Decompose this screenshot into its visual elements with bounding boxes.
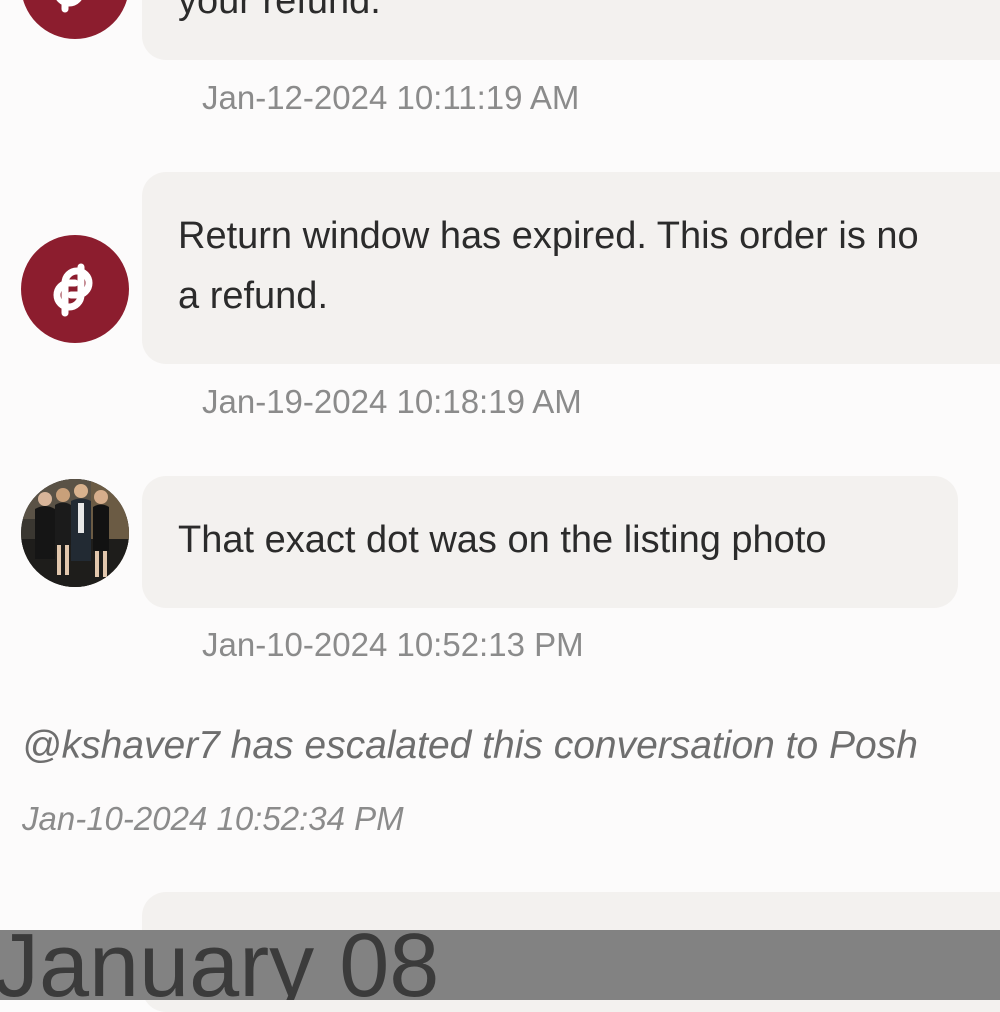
message-text: That exact dot was on the listing photo bbox=[178, 519, 827, 561]
poshmark-avatar[interactable] bbox=[21, 0, 129, 39]
date-header-bar: January 08 bbox=[0, 930, 1000, 1000]
poshmark-avatar[interactable] bbox=[21, 235, 129, 343]
user-photo-avatar bbox=[21, 479, 129, 587]
message-bubble: That exact dot was on the listing photo bbox=[142, 476, 958, 608]
message-timestamp: Jan-10-2024 10:52:13 PM bbox=[202, 626, 584, 663]
message-bubble: Return window has expired. This order is… bbox=[142, 172, 1000, 364]
message-timestamp: Jan-19-2024 10:18:19 AM bbox=[202, 383, 582, 420]
system-event-timestamp: Jan-10-2024 10:52:34 PM bbox=[22, 800, 404, 837]
date-header-text: January 08 bbox=[0, 930, 440, 1000]
poshmark-logo-icon bbox=[53, 263, 93, 317]
message-timestamp: Jan-12-2024 10:11:19 AM bbox=[202, 79, 580, 116]
message-text-line-1: Return window has expired. This order is… bbox=[178, 215, 919, 257]
message-bubble: your refund. bbox=[142, 0, 1000, 60]
message-text-line-2: a refund. bbox=[178, 275, 328, 317]
poshmark-logo-icon bbox=[56, 0, 82, 13]
user-avatar[interactable] bbox=[21, 479, 129, 587]
message-text: your refund. bbox=[178, 0, 381, 22]
system-event-text: @kshaver7 has escalated this conversatio… bbox=[22, 724, 918, 767]
